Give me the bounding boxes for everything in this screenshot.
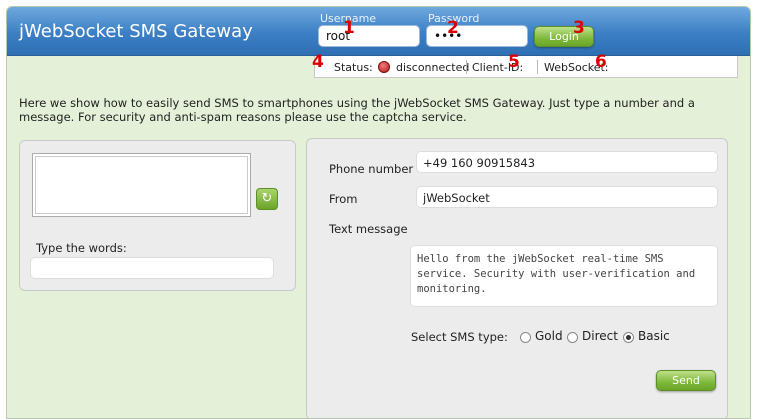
radio-direct-label[interactable]: Direct xyxy=(582,329,618,343)
radio-gold[interactable] xyxy=(520,332,531,343)
annotation-marker: 5 xyxy=(508,52,520,72)
captcha-label: Type the words: xyxy=(36,241,127,255)
captcha-image xyxy=(32,153,251,217)
login-button[interactable]: Login xyxy=(534,26,594,47)
status-value: disconnected xyxy=(396,61,470,74)
password-input[interactable]: •••• xyxy=(426,25,528,47)
captcha-input[interactable] xyxy=(30,257,274,279)
send-button[interactable]: Send xyxy=(656,370,716,391)
app-window: jWebSocket SMS Gateway Username Password… xyxy=(6,6,751,419)
annotation-marker: 6 xyxy=(595,52,607,72)
divider xyxy=(537,60,538,74)
from-label: From xyxy=(329,192,358,206)
radio-direct[interactable] xyxy=(567,332,578,343)
divider xyxy=(466,60,467,74)
status-bar: Status: disconnected Client-ID: WebSocke… xyxy=(314,56,738,78)
sms-type-label: Select SMS type: xyxy=(411,330,508,344)
header-bar: jWebSocket SMS Gateway Username Password… xyxy=(7,7,750,56)
captcha-panel: ↻ Type the words: xyxy=(19,140,296,291)
app-title: jWebSocket SMS Gateway xyxy=(19,21,253,42)
annotation-marker: 1 xyxy=(343,18,355,38)
phone-label: Phone number xyxy=(329,162,414,176)
intro-text: Here we show how to easily send SMS to s… xyxy=(19,96,695,124)
message-textarea[interactable]: Hello from the jWebSocket real-time SMS … xyxy=(410,245,718,307)
annotation-marker: 3 xyxy=(573,18,585,38)
radio-gold-label[interactable]: Gold xyxy=(535,329,563,343)
radio-basic[interactable] xyxy=(623,332,634,343)
phone-input[interactable]: +49 160 90915843 xyxy=(416,151,718,173)
reload-captcha-icon[interactable]: ↻ xyxy=(256,188,278,210)
radio-basic-label[interactable]: Basic xyxy=(638,329,670,343)
status-indicator-icon xyxy=(378,61,390,73)
username-input[interactable]: root xyxy=(318,25,420,47)
annotation-marker: 2 xyxy=(447,18,459,38)
from-input[interactable]: jWebSocket xyxy=(416,186,718,208)
annotation-marker: 4 xyxy=(312,52,324,72)
message-label: Text message xyxy=(329,222,408,236)
status-label: Status: xyxy=(334,61,373,74)
sms-form-panel: Phone number +49 160 90915843 From jWebS… xyxy=(306,138,728,418)
